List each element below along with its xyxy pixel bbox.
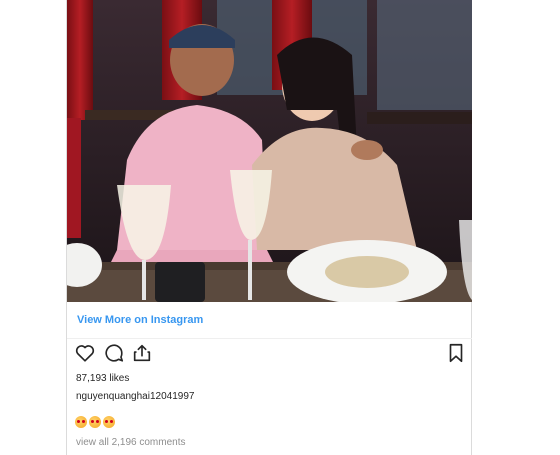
- comment-icon[interactable]: [103, 342, 125, 364]
- share-icon[interactable]: [131, 342, 153, 364]
- view-more-bar: View More on Instagram: [67, 302, 472, 339]
- bookmark-icon[interactable]: [445, 342, 467, 364]
- heart-icon[interactable]: [74, 342, 96, 364]
- restaurant-photo: [67, 0, 472, 302]
- instagram-embed-card: View More on Instagram 87,193 likes nguy…: [66, 0, 472, 455]
- smiling-face-with-hearts-icon: [103, 416, 115, 428]
- caption-emojis: [75, 416, 117, 431]
- likes-count: 87,193 likes: [76, 373, 130, 384]
- view-comments-link[interactable]: view all 2,196 comments: [76, 437, 186, 448]
- view-more-link[interactable]: View More on Instagram: [77, 314, 203, 326]
- post-photo[interactable]: [67, 0, 472, 302]
- action-bar: [67, 342, 472, 368]
- smiling-face-with-hearts-icon: [75, 416, 87, 428]
- username-link[interactable]: nguyenquanghai12041997: [76, 391, 194, 402]
- smiling-face-with-hearts-icon: [89, 416, 101, 428]
